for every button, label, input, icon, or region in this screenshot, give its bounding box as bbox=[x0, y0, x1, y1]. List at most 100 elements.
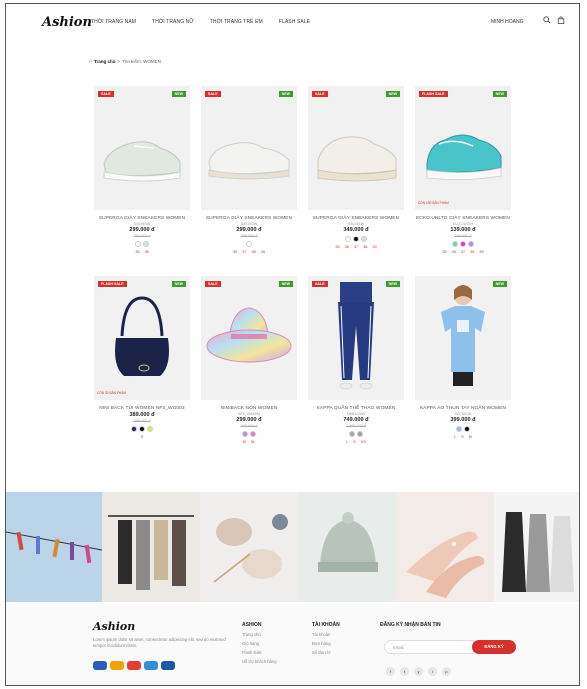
product-card[interactable]: SALE NEW SUPERGA GIÀY SNEAKERS WOMEN S40… bbox=[94, 86, 190, 254]
product-card[interactable]: SALE NEW SUPERGA GIÀY SNEAKERS WOMEN S40… bbox=[308, 86, 404, 249]
footer-link[interactable]: Trang chủ bbox=[242, 632, 277, 637]
color-swatch[interactable] bbox=[242, 431, 248, 437]
product-name[interactable]: NINI BACK TÚI WOMEN NF3_WG002 bbox=[94, 406, 190, 411]
email-input[interactable]: Email bbox=[384, 640, 474, 654]
size-option[interactable]: 38 bbox=[252, 250, 256, 254]
size-option[interactable]: 37 bbox=[354, 245, 358, 249]
product-card[interactable]: NEW KAPPA ÁO THUN TAY NGẮN WOMEN 3W7801W… bbox=[415, 276, 511, 439]
product-name[interactable]: SUPERGA GIÀY SNEAKERS WOMEN bbox=[308, 216, 404, 221]
pinterest-icon[interactable]: p bbox=[442, 667, 451, 676]
size-option[interactable]: 37 bbox=[461, 250, 465, 254]
color-swatch[interactable] bbox=[135, 241, 141, 247]
color-swatch[interactable] bbox=[246, 241, 252, 247]
color-swatches bbox=[201, 241, 297, 247]
color-swatch[interactable] bbox=[361, 236, 367, 242]
size-option[interactable]: S bbox=[461, 435, 464, 439]
product-name[interactable]: SUPERGA GIÀY SNEAKERS WOMEN bbox=[201, 216, 297, 221]
search-icon[interactable] bbox=[543, 16, 551, 24]
subscribe-button[interactable]: ĐĂNG KÝ bbox=[472, 640, 516, 654]
product-image[interactable]: SALE NEW bbox=[308, 276, 404, 400]
product-card[interactable]: FLASH SALE NEW CÓN 130 SẢN PHẨM ECKO UNL… bbox=[415, 86, 511, 254]
nav-kids[interactable]: THỜI TRANG TRẺ EM bbox=[210, 19, 263, 25]
product-name[interactable]: KAPPA ÁO THUN TAY NGẮN WOMEN bbox=[415, 406, 511, 411]
product-image[interactable]: FLASH SALE NEW CÓN 130 SẢN PHẨM bbox=[415, 86, 511, 210]
product-image[interactable]: NEW bbox=[415, 276, 511, 400]
product-image[interactable]: SALE NEW bbox=[201, 276, 297, 400]
color-swatch[interactable] bbox=[464, 426, 470, 432]
product-sku: S4019SW bbox=[133, 222, 151, 226]
product-card[interactable]: SALE NEW KAPPA QUẦN THỂ THAO WOMEN 3W611… bbox=[308, 276, 404, 444]
size-option[interactable]: 37 bbox=[242, 250, 246, 254]
size-option[interactable]: 36 bbox=[345, 245, 349, 249]
size-option[interactable]: 35 bbox=[335, 245, 339, 249]
size-option[interactable]: 39 bbox=[479, 250, 483, 254]
product-card[interactable]: FLASH SALE NEW CÓN 30 SẢN PHẨM NINI BACK… bbox=[94, 276, 190, 439]
size-option[interactable]: S bbox=[353, 440, 356, 444]
color-swatch[interactable] bbox=[147, 426, 153, 432]
tank-tops-photo bbox=[494, 492, 579, 602]
size-option[interactable]: L bbox=[454, 435, 456, 439]
product-image[interactable]: SALE NEW bbox=[94, 86, 190, 210]
product-name[interactable]: SUPERGA GIÀY SNEAKERS WOMEN bbox=[94, 216, 190, 221]
color-swatch[interactable] bbox=[250, 431, 256, 437]
size-option[interactable]: 39 bbox=[372, 245, 376, 249]
footer-link[interactable]: Sổ địa chỉ bbox=[312, 650, 340, 655]
breadcrumb-home[interactable]: Trang chủ bbox=[94, 59, 116, 64]
product-name[interactable]: NINIBACK NÓN WOMEN bbox=[201, 406, 297, 411]
nav-men[interactable]: THỜI TRANG NAM bbox=[91, 19, 136, 25]
size-option[interactable]: 36 bbox=[145, 250, 149, 254]
color-swatch[interactable] bbox=[460, 241, 466, 247]
logo[interactable]: Ashion bbox=[42, 15, 92, 30]
product-price: 399.000 đ bbox=[450, 417, 476, 423]
twitter-icon[interactable]: t bbox=[400, 667, 409, 676]
size-option[interactable]: 35 bbox=[135, 250, 139, 254]
size-option[interactable]: 38 bbox=[363, 245, 367, 249]
product-name[interactable]: KAPPA QUẦN THỂ THAO WOMEN bbox=[308, 406, 404, 411]
bucket-hat-illustration bbox=[206, 307, 292, 363]
size-option[interactable]: XL bbox=[251, 440, 256, 444]
footer-link[interactable]: Tài khoản bbox=[312, 632, 340, 637]
nav-flash-sale[interactable]: FLASH SALE bbox=[279, 19, 310, 25]
size-option[interactable]: 35 bbox=[442, 250, 446, 254]
footer-logo[interactable]: Ashion bbox=[93, 620, 135, 633]
size-option[interactable]: M bbox=[243, 440, 246, 444]
user-name[interactable]: MINH HOANG bbox=[491, 19, 524, 25]
facebook-icon[interactable]: f bbox=[386, 667, 395, 676]
color-swatch[interactable] bbox=[456, 426, 462, 432]
discover-icon bbox=[127, 661, 141, 670]
product-image[interactable]: FLASH SALE NEW CÓN 30 SẢN PHẨM bbox=[94, 276, 190, 400]
youtube-icon[interactable]: y bbox=[414, 667, 423, 676]
color-swatch[interactable] bbox=[452, 241, 458, 247]
product-old-price: 399.000 đ bbox=[133, 234, 151, 238]
product-name[interactable]: ECKO UNLTD GIÀY SNEAKERS WOMEN bbox=[415, 216, 511, 221]
color-swatch[interactable] bbox=[345, 236, 351, 242]
color-swatch[interactable] bbox=[468, 241, 474, 247]
size-option[interactable]: 36 bbox=[233, 250, 237, 254]
footer-link[interactable]: Đơn hàng bbox=[312, 641, 340, 646]
size-option[interactable]: XS bbox=[361, 440, 366, 444]
color-swatch[interactable] bbox=[143, 241, 149, 247]
size-option[interactable]: 38 bbox=[470, 250, 474, 254]
color-swatch[interactable] bbox=[349, 431, 355, 437]
nav-women[interactable]: THỜI TRANG NỮ bbox=[152, 19, 194, 25]
color-swatch[interactable] bbox=[131, 426, 137, 432]
size-option[interactable]: M bbox=[469, 435, 472, 439]
bag-icon[interactable] bbox=[557, 16, 565, 24]
footer-link[interactable]: Flash Sale bbox=[242, 650, 277, 655]
product-card[interactable]: SALE NEW NINIBACK NÓN WOMEN NF3_WA5006 2… bbox=[201, 276, 297, 444]
product-image[interactable]: SALE NEW bbox=[308, 86, 404, 210]
color-swatch[interactable] bbox=[353, 236, 359, 242]
footer-link[interactable]: Hỗ trợ khách hàng bbox=[242, 659, 277, 664]
size-option[interactable]: 36 bbox=[452, 250, 456, 254]
color-swatch[interactable] bbox=[139, 426, 145, 432]
product-image[interactable]: SALE NEW bbox=[201, 86, 297, 210]
footer-link[interactable]: Giỏ hàng bbox=[242, 641, 277, 646]
home-icon[interactable]: ⌂ bbox=[89, 58, 92, 64]
size-option[interactable]: 39 bbox=[261, 250, 265, 254]
size-option[interactable]: S bbox=[141, 435, 144, 439]
page-frame: Ashion THỜI TRANG NAM THỜI TRANG NỮ THỜI… bbox=[5, 3, 580, 686]
product-card[interactable]: SALE NEW SUPERGA GIÀY SNEAKERS WOMEN S40… bbox=[201, 86, 297, 254]
size-option[interactable]: L bbox=[346, 440, 348, 444]
color-swatch[interactable] bbox=[357, 431, 363, 437]
instagram-icon[interactable]: i bbox=[428, 667, 437, 676]
